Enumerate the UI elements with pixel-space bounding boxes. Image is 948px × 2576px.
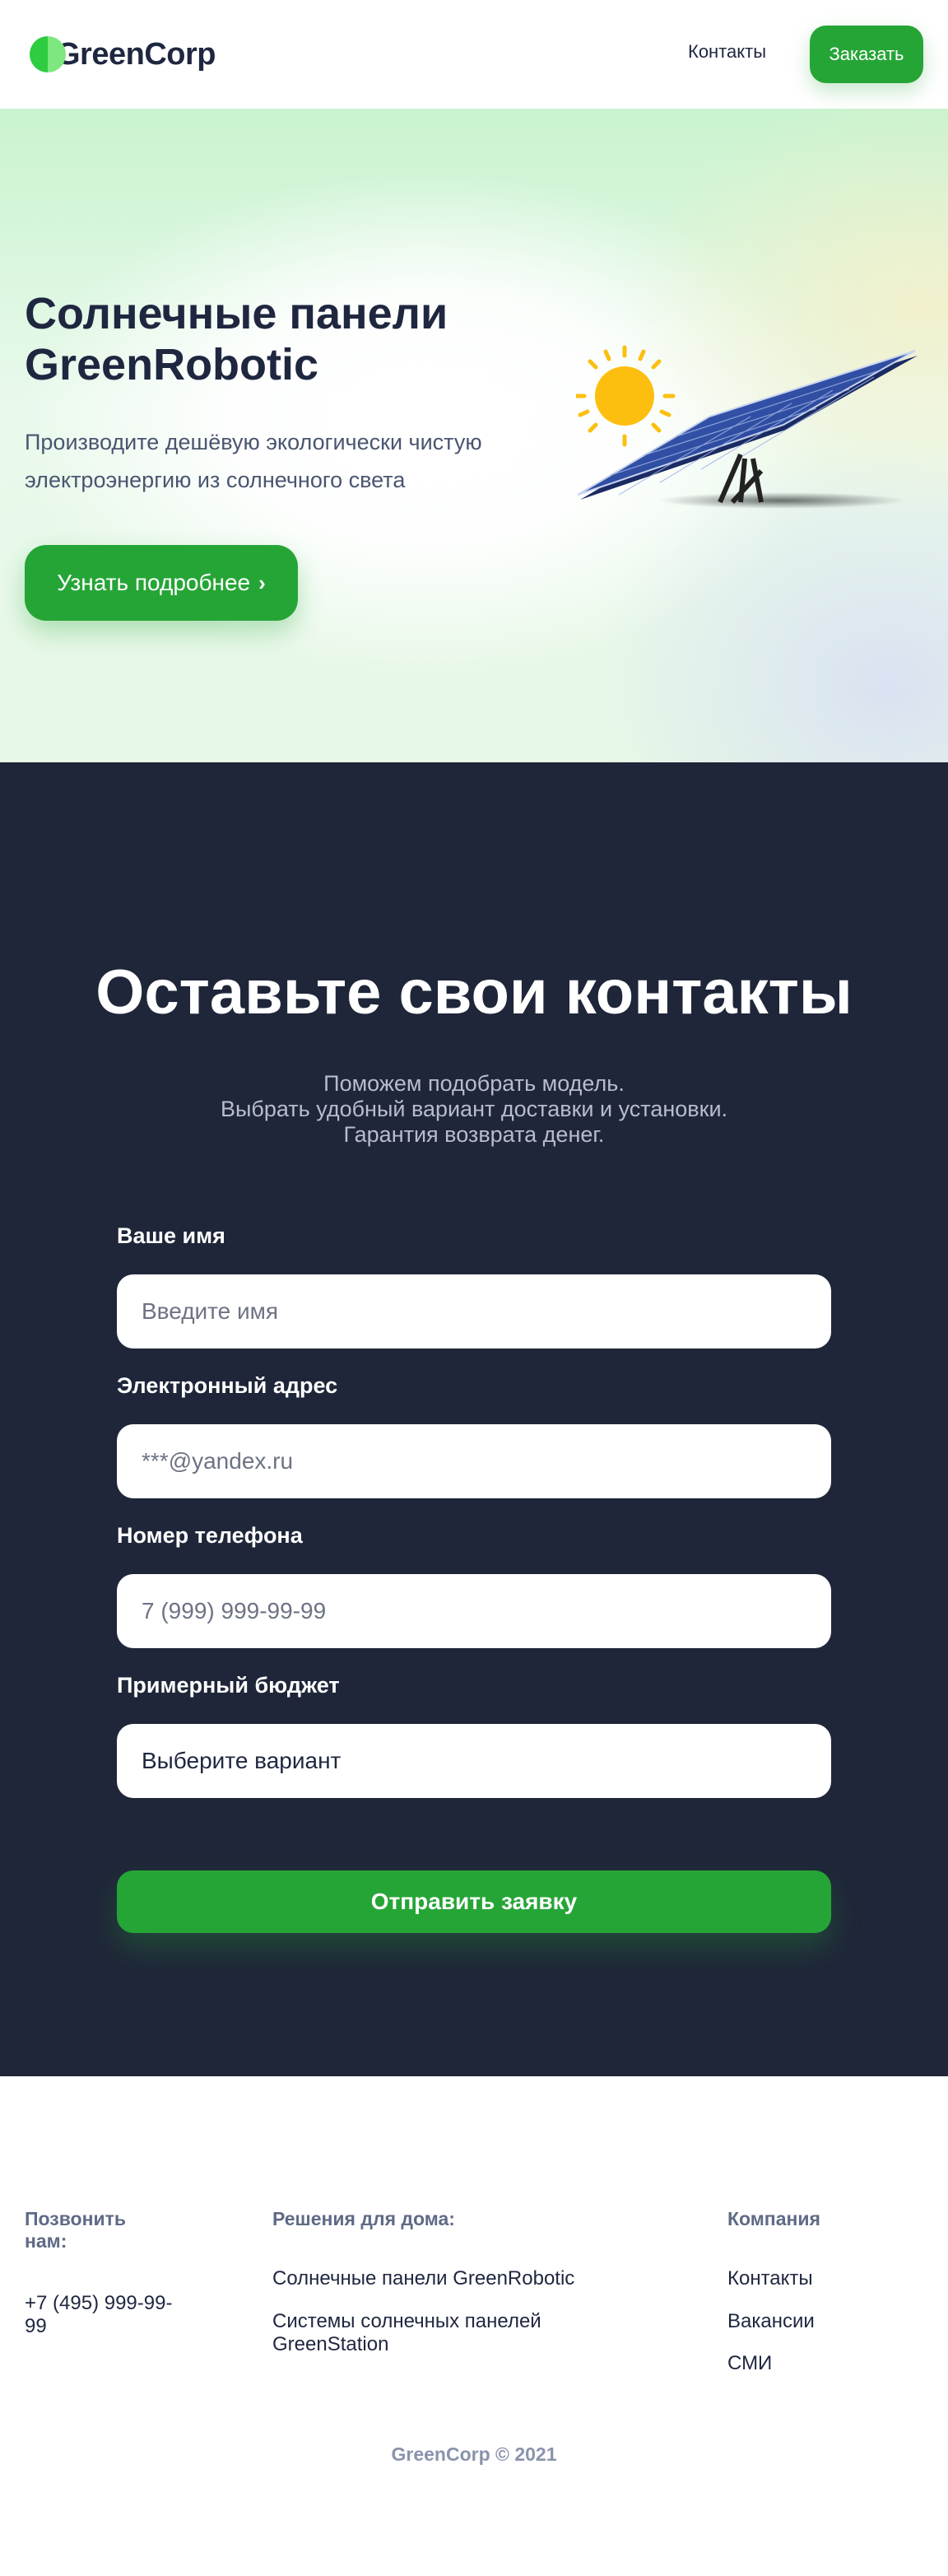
footer-home-heading: Решения для дома: bbox=[272, 2208, 455, 2229]
chevron-right-icon: › bbox=[258, 570, 266, 595]
hero-title: Солнечные панели GreenRobotic bbox=[25, 288, 551, 390]
footer-call-heading-line-2: нам: bbox=[25, 2230, 67, 2252]
email-label: Электронный адрес bbox=[117, 1373, 338, 1398]
solar-panel-illustration bbox=[576, 345, 918, 509]
footer-phone-line-2: 99 bbox=[25, 2315, 47, 2337]
phone-input[interactable] bbox=[117, 1574, 831, 1648]
budget-label: Примерный бюджет bbox=[117, 1673, 340, 1698]
logo-icon bbox=[30, 36, 66, 72]
order-button[interactable]: Заказать bbox=[810, 26, 923, 83]
learn-more-label: Узнать подробнее bbox=[57, 570, 251, 595]
logo-text: GreenCorp bbox=[56, 36, 216, 72]
hero-subtitle-line-1: Производите дешёвую экологически чистую bbox=[25, 430, 482, 454]
footer-link-greenstation-line-2: GreenStation bbox=[272, 2333, 389, 2355]
contact-subtitle-line-2: Выбрать удобный вариант доставки и устан… bbox=[220, 1097, 728, 1121]
name-input[interactable] bbox=[117, 1274, 831, 1349]
contact-subtitle-line-1: Поможем подобрать модель. bbox=[323, 1071, 625, 1096]
footer-link-greenrobotic[interactable]: Солнечные панели GreenRobotic bbox=[272, 2267, 574, 2290]
name-label: Ваше имя bbox=[117, 1223, 225, 1248]
phone-label: Номер телефона bbox=[117, 1523, 303, 1548]
nav-link-contacts[interactable]: Контакты bbox=[688, 41, 766, 63]
email-input[interactable] bbox=[117, 1424, 831, 1498]
site-header: GreenCorp Контакты Заказать bbox=[0, 0, 948, 109]
footer-phone-link[interactable]: +7 (495) 999-99- 99 bbox=[25, 2292, 172, 2338]
contact-subtitle-line-3: Гарантия возврата денег. bbox=[343, 1122, 605, 1147]
site-footer: Позвонить нам: +7 (495) 999-99- 99 Решен… bbox=[0, 2076, 948, 2576]
budget-select-value: Выберите вариант bbox=[142, 1748, 342, 1773]
contact-subtitle: Поможем подобрать модель. Выбрать удобны… bbox=[0, 1071, 948, 1148]
hero-subtitle-line-2: электроэнергию из солнечного света bbox=[25, 468, 406, 492]
sun-icon bbox=[576, 345, 676, 447]
footer-link-media[interactable]: СМИ bbox=[727, 2352, 772, 2375]
footer-call-heading-line-1: Позвонить bbox=[25, 2208, 127, 2229]
contact-section: Оставьте свои контакты Поможем подобрать… bbox=[0, 762, 948, 2076]
footer-phone-line-1: +7 (495) 999-99- bbox=[25, 2292, 173, 2314]
learn-more-button[interactable]: Узнать подробнее › bbox=[25, 545, 298, 621]
hero-subtitle: Производите дешёвую экологически чистую … bbox=[25, 423, 551, 499]
hero-title-line-2: GreenRobotic bbox=[25, 340, 319, 389]
budget-select[interactable]: Выберите вариант bbox=[117, 1724, 831, 1798]
logo[interactable]: GreenCorp bbox=[30, 35, 216, 74]
footer-link-greenstation-line-1: Системы солнечных панелей bbox=[272, 2310, 541, 2332]
footer-call-heading: Позвонить нам: bbox=[25, 2208, 126, 2252]
hero-section: Солнечные панели GreenRobotic Производит… bbox=[0, 109, 948, 762]
contact-title: Оставьте свои контакты bbox=[95, 957, 853, 1027]
footer-link-greenstation[interactable]: Системы солнечных панелей GreenStation bbox=[272, 2310, 541, 2356]
footer-link-contacts[interactable]: Контакты bbox=[727, 2267, 813, 2290]
footer-link-vacancies[interactable]: Вакансии bbox=[727, 2310, 815, 2333]
footer-company-heading: Компания bbox=[727, 2208, 820, 2229]
hero-title-line-1: Солнечные панели bbox=[25, 289, 448, 338]
submit-request-button[interactable]: Отправить заявку bbox=[117, 1870, 831, 1933]
copyright: GreenCorp © 2021 bbox=[391, 2443, 557, 2465]
